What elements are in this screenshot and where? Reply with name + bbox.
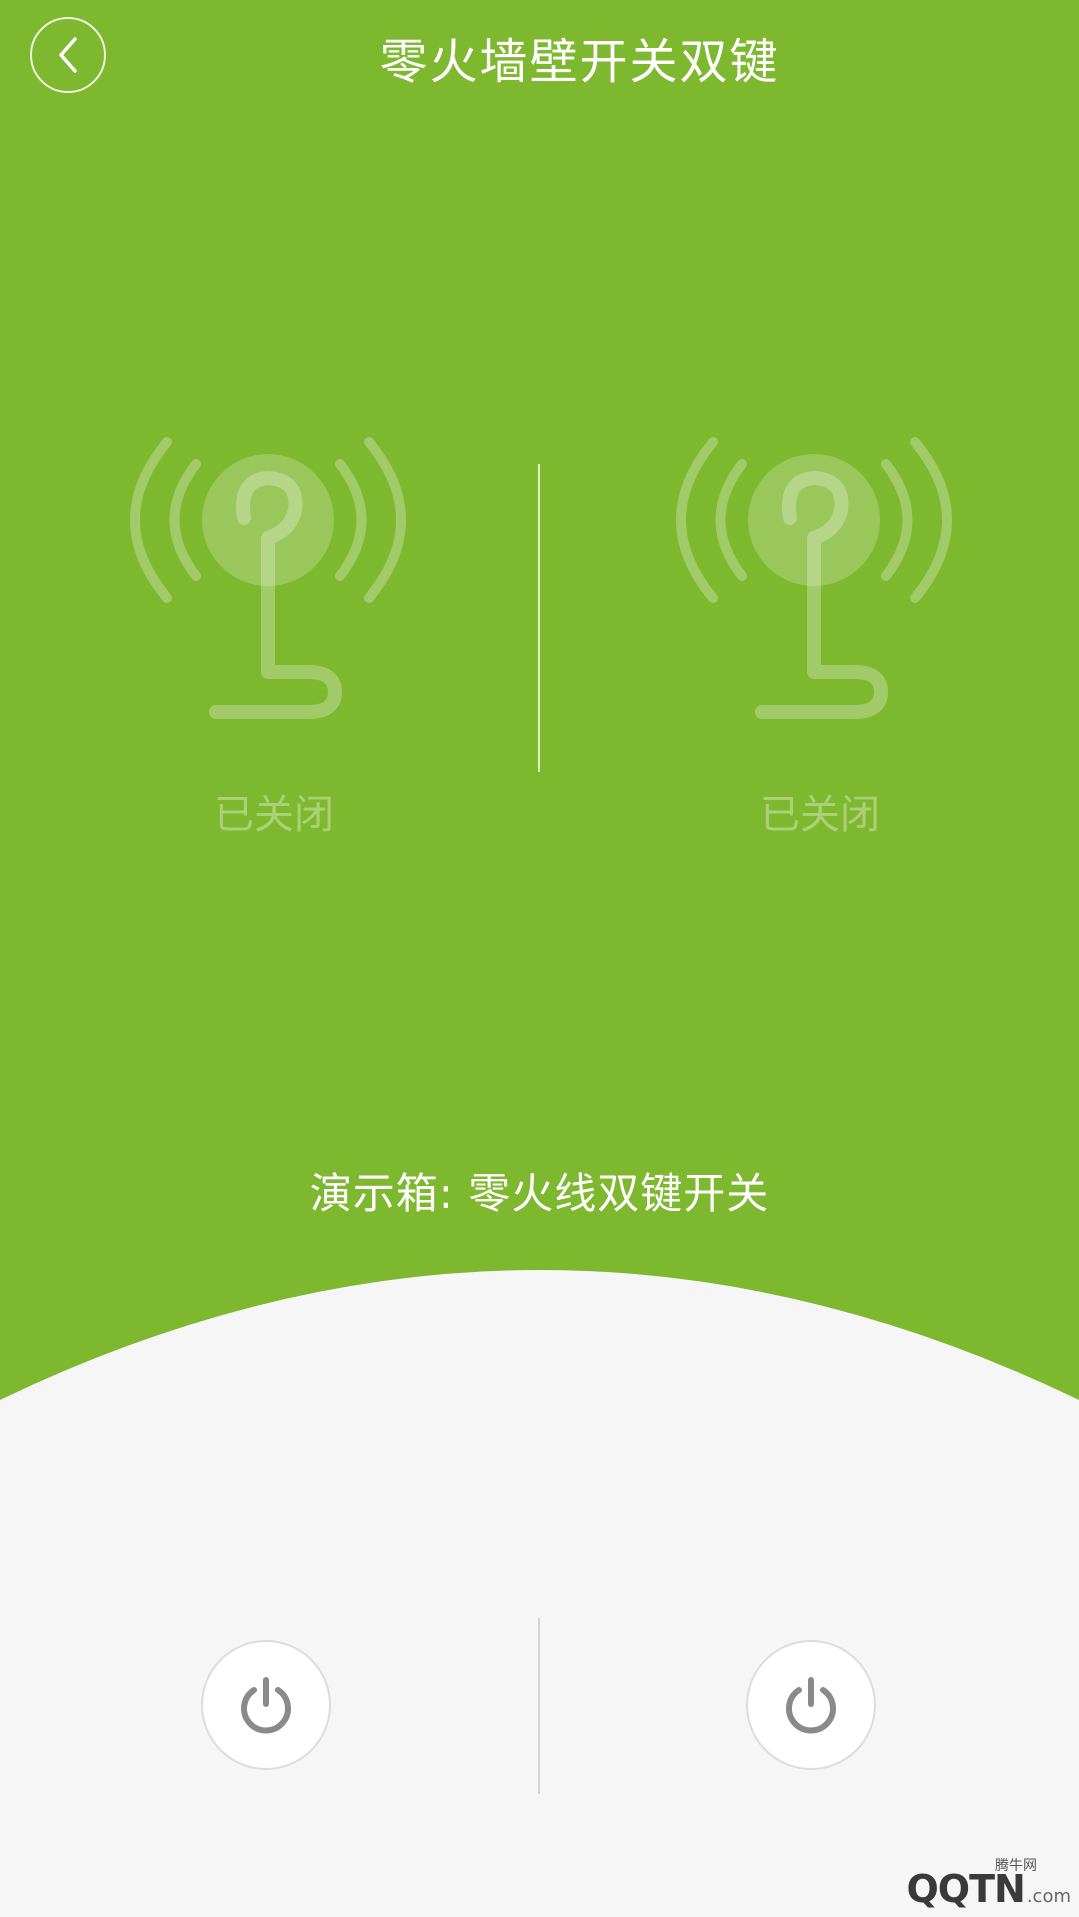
device-caption: 演示箱: 零火线双键开关 (309, 1169, 770, 1218)
bulb-icon-right[interactable] (669, 430, 959, 730)
watermark-small-text: 腾牛网 (995, 1858, 1037, 1874)
power-icon (241, 1677, 291, 1734)
power-button-left[interactable] (201, 1640, 331, 1770)
watermark: 腾牛网 QQTN .com (906, 1858, 1071, 1911)
switch-divider-top (538, 464, 540, 772)
bulb-icon-left[interactable] (123, 430, 413, 730)
curved-panel (0, 1270, 1079, 1917)
watermark-suffix: .com (1026, 1886, 1071, 1907)
page-title: 零火墙壁开关双键 (379, 34, 780, 90)
switch-status-left: 已关闭 (214, 792, 334, 838)
power-icon (786, 1677, 836, 1734)
switch-status-right: 已关闭 (760, 792, 880, 838)
power-button-right[interactable] (746, 1640, 876, 1770)
switch-divider-bottom (538, 1618, 540, 1794)
